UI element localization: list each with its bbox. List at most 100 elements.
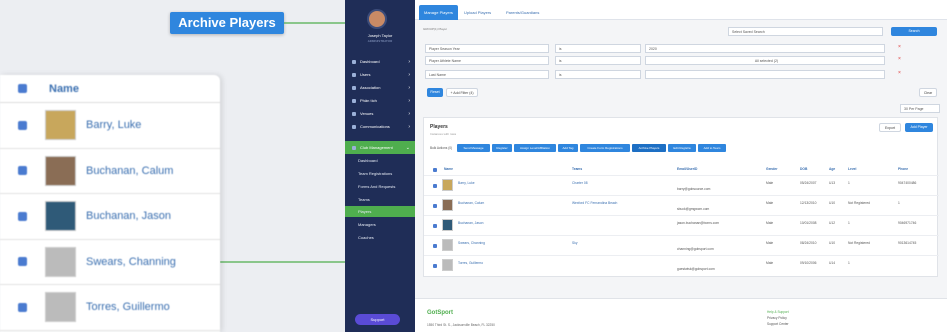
add-player-button[interactable]: Add Player [905,123,933,132]
col-age[interactable]: Age [829,167,835,171]
remove-filter-icon[interactable]: × [898,57,901,62]
zoom-row-name[interactable]: Swears, Channing [86,256,176,268]
row-checkbox[interactable] [433,204,437,208]
club-icon [352,145,356,150]
zoom-header: Name [0,75,220,103]
add-filter-button[interactable]: + Add Filter (4) [446,88,478,97]
avatar[interactable] [367,9,387,29]
filter-operator-select[interactable]: is [555,44,641,53]
tab-parents-guardians[interactable]: Parents/Guardians [501,5,544,20]
row-checkbox[interactable] [433,224,437,228]
row-checkbox[interactable] [433,264,437,268]
filter-field-select[interactable]: Player Athlete Name [425,56,549,65]
zoom-row-checkbox[interactable] [18,257,27,267]
age-cell: U10 [829,201,836,205]
zoom-row-checkbox[interactable] [18,302,27,312]
subnav-teams[interactable]: Teams [345,194,415,205]
filter-operator-select[interactable]: is [555,56,641,65]
chevron-right-icon: › [408,110,410,117]
player-photo [442,179,453,191]
tab-manage-players[interactable]: Manage Players [419,5,458,20]
col-phone[interactable]: Phone [898,167,908,171]
zoom-row-name[interactable]: Torres, Guillermo [86,301,170,313]
register-button[interactable]: Register [492,144,512,152]
col-teams[interactable]: Teams [572,167,582,171]
sidebar-item-venues[interactable]: Venues › [345,107,415,120]
subnav-dashboard[interactable]: Dashboard [345,155,415,166]
create-form-registrations-button[interactable]: Create Form Registrations [580,144,630,152]
footer-address: 1550 Third St. S., Jacksonville Beach, F… [427,323,495,327]
sidebar-item-communications[interactable]: Communications › [345,120,415,133]
remove-filter-icon[interactable]: × [898,71,901,76]
sidebar-item-dashboard[interactable]: Dashboard › [345,55,415,68]
filter-field-select[interactable]: Last Name [425,70,549,79]
team-link[interactable]: Charter 08 [572,181,588,185]
gender-cell: Male [766,181,774,185]
sidebar-item-users[interactable]: Users › [345,68,415,81]
col-name[interactable]: Name [444,167,453,171]
sidebar-item-club-management[interactable]: Club Management ⌄ [345,141,415,154]
subnav-forms-requests[interactable]: Forms And Requests [345,181,415,192]
send-message-button[interactable]: Send Message [457,144,490,152]
edit-registra-button[interactable]: Edit Registra [668,144,696,152]
phone-cell: 1 [898,201,900,205]
saved-search-select[interactable]: Select Saved Search [728,27,883,36]
player-name-link[interactable]: Buchanan, Jason [458,221,483,225]
reset-button[interactable]: Reset [427,88,443,97]
phone-cell: 9047400486 [898,181,917,185]
players-panel: Players Instances with rows Export Add P… [423,117,939,277]
filter-value-input[interactable]: 2020 [645,44,885,53]
sidebar-item-association[interactable]: Association › [345,81,415,94]
player-name-link[interactable]: Swears, Channing [458,241,485,245]
email-cell: sbuck@gmgwcm.com [677,207,710,211]
subnav-managers[interactable]: Managers [345,219,415,230]
zoom-row-name[interactable]: Barry, Luke [86,119,141,131]
row-checkbox[interactable] [433,244,437,248]
subnav-team-registrations[interactable]: Team Registrations [345,168,415,179]
phone-cell: 9013614745 [898,241,917,245]
col-level[interactable]: Level [848,167,856,171]
add-tag-button[interactable]: Add Tag [558,144,578,152]
chevron-right-icon: › [408,71,410,78]
archive-players-button[interactable]: Archive Players [632,144,666,152]
footer-link[interactable]: Support Center [767,321,789,327]
tab-upload-players[interactable]: Upload Players [459,5,496,20]
screenshot-stage: Archive Players Name Barry, Luke Buchana… [0,0,947,332]
sidebar-item-analytics[interactable]: Phân tích › [345,94,415,107]
clear-button[interactable]: Clear [919,88,937,97]
per-page-select[interactable]: 30 Per Page [900,104,940,113]
zoom-row-checkbox[interactable] [18,166,27,176]
col-dob[interactable]: DOB [800,167,807,171]
player-photo [45,201,76,232]
zoom-row-checkbox[interactable] [18,120,27,130]
search-button[interactable]: Search [891,27,937,36]
zoom-row-name[interactable]: Buchanan, Jason [86,210,171,222]
col-email[interactable]: Email/UserID [677,167,697,171]
export-button[interactable]: Export [879,123,901,132]
player-photo [45,110,76,141]
subnav-coaches[interactable]: Coaches [345,232,415,243]
panel-subtitle: Instances with rows [430,132,457,136]
row-checkbox[interactable] [433,184,437,188]
player-name-link[interactable]: Torres, Guillermo [458,261,483,265]
team-link[interactable]: Wexford FC Fernandina Beach [572,201,617,205]
select-all-checkbox[interactable] [433,168,437,172]
col-gender[interactable]: Gender [766,167,778,171]
player-name-link[interactable]: Buchanan, Calum [458,201,484,205]
zoom-row-name[interactable]: Buchanan, Calum [86,165,173,177]
filter-field-select[interactable]: Player Season Year [425,44,549,53]
filter-value-multiselect[interactable]: All selected (2) [645,56,885,65]
level-cell: 1 [848,221,850,225]
support-button[interactable]: Support [355,314,400,325]
player-name-link[interactable]: Barry, Luke [458,181,475,185]
remove-filter-icon[interactable]: × [898,45,901,50]
zoom-row-checkbox[interactable] [18,211,27,221]
add-to-team-button[interactable]: Add to Team [698,144,726,152]
subnav-players[interactable]: Players [345,206,415,217]
assign-level-button[interactable]: Assign Level/Affiliation [514,144,556,152]
filter-value-input[interactable] [645,70,885,79]
zoom-header-checkbox[interactable] [18,84,27,93]
team-link[interactable]: Sky [572,241,578,245]
sidebar-item-label: Association [360,85,381,90]
filter-operator-select[interactable]: is [555,70,641,79]
